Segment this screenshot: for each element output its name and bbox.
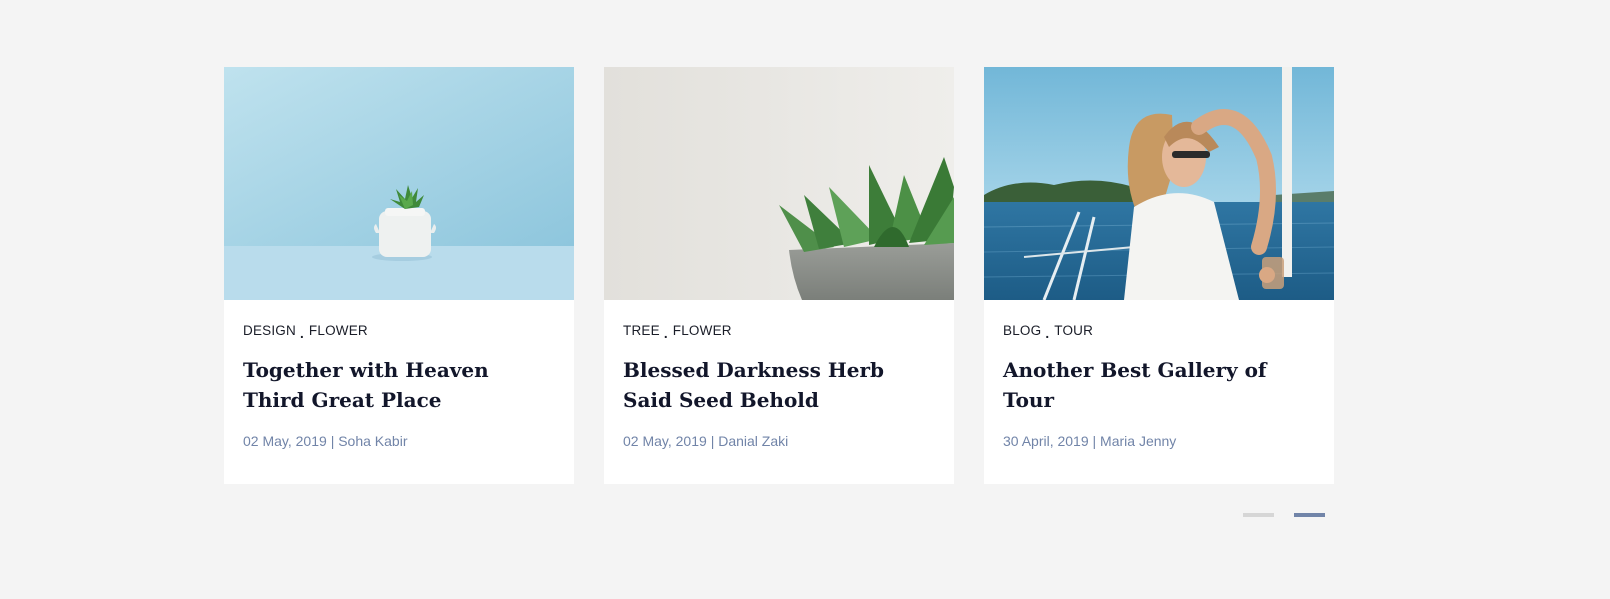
category-separator: . (1045, 326, 1050, 341)
post-meta: 30 April, 2019 | Maria Jenny (1003, 432, 1315, 450)
category-link[interactable]: TREE (623, 323, 660, 338)
post-image-succulent-blue[interactable] (224, 67, 574, 300)
meta-divider: | (330, 433, 335, 449)
post-categories: TREE. FLOWER (623, 322, 935, 341)
category-separator: . (663, 326, 668, 341)
post-title[interactable]: Together with Heaven Third Great Place (243, 355, 555, 415)
post-author[interactable]: Maria Jenny (1100, 433, 1176, 449)
meta-divider: | (1092, 433, 1097, 449)
post-date: 02 May, 2019 (243, 433, 327, 449)
category-link[interactable]: BLOG (1003, 323, 1041, 338)
blog-post-card[interactable]: BLOG. TOUR Another Best Gallery of Tour 3… (984, 67, 1334, 484)
post-categories: BLOG. TOUR (1003, 322, 1315, 341)
post-date: 30 April, 2019 (1003, 433, 1089, 449)
meta-divider: | (710, 433, 715, 449)
post-title[interactable]: Another Best Gallery of Tour (1003, 355, 1315, 415)
category-link[interactable]: DESIGN (243, 323, 296, 338)
carousel-page-indicator-2[interactable] (1294, 513, 1325, 517)
category-link[interactable]: FLOWER (309, 323, 368, 338)
post-image-succulent-grey-pot[interactable] (604, 67, 954, 300)
category-link[interactable]: FLOWER (673, 323, 732, 338)
category-separator: . (299, 326, 304, 341)
post-categories: DESIGN. FLOWER (243, 322, 555, 341)
category-link[interactable]: TOUR (1054, 323, 1093, 338)
blog-post-card[interactable]: DESIGN. FLOWER Together with Heaven Third… (224, 67, 574, 484)
carousel-page-indicator-1[interactable] (1243, 513, 1274, 517)
post-date: 02 May, 2019 (623, 433, 707, 449)
blog-post-card[interactable]: TREE. FLOWER Blessed Darkness Herb Said S… (604, 67, 954, 484)
post-meta: 02 May, 2019 | Danial Zaki (623, 432, 935, 450)
post-image-woman-on-sailboat[interactable] (984, 67, 1334, 300)
carousel-pagination (1243, 513, 1325, 517)
blog-post-carousel: DESIGN. FLOWER Together with Heaven Third… (224, 67, 1334, 484)
post-author[interactable]: Danial Zaki (718, 433, 788, 449)
post-title[interactable]: Blessed Darkness Herb Said Seed Behold (623, 355, 935, 415)
post-meta: 02 May, 2019 | Soha Kabir (243, 432, 555, 450)
post-author[interactable]: Soha Kabir (338, 433, 407, 449)
